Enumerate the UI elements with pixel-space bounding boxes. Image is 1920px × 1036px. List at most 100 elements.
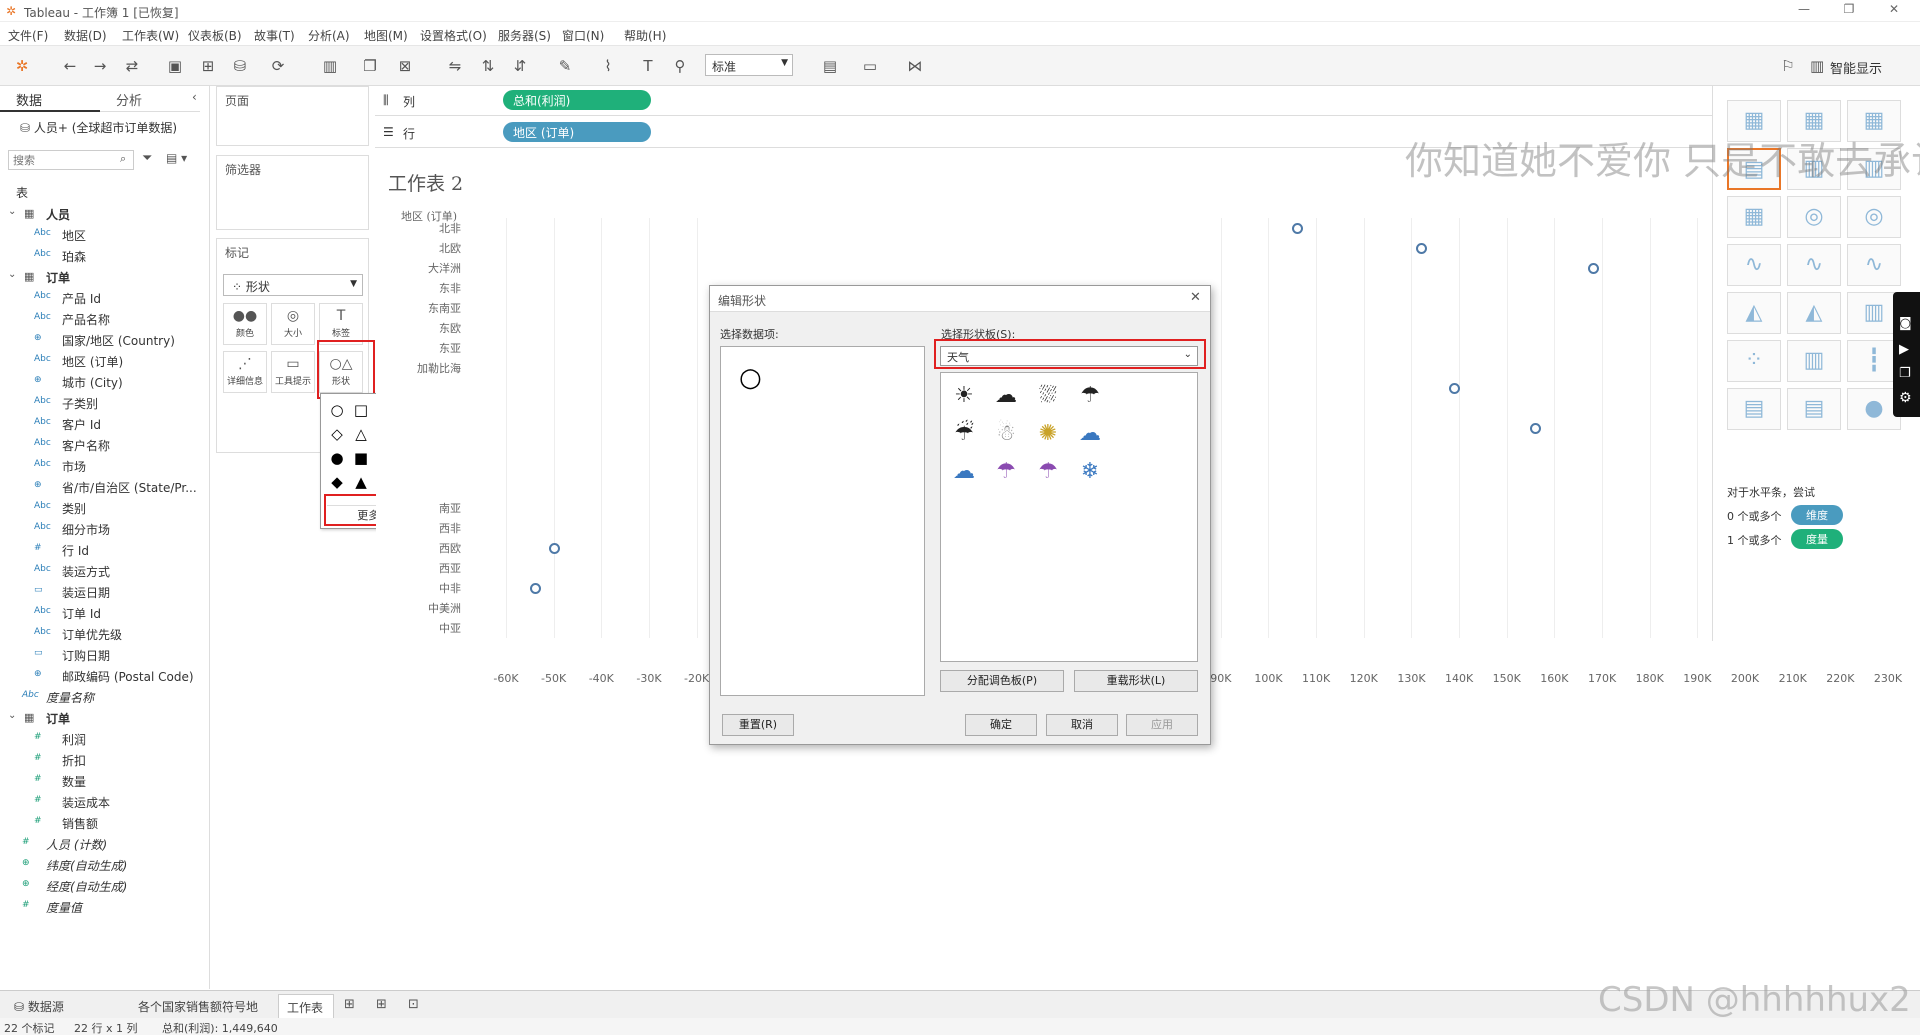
field-item[interactable]: ▭ 装运日期: [0, 582, 205, 603]
restore-icon[interactable]: ❐: [1835, 2, 1863, 20]
filters-card[interactable]: 筛选器: [216, 155, 369, 230]
datasource-icon[interactable]: ⛁: [230, 56, 250, 76]
close-icon[interactable]: ✕: [1880, 2, 1908, 20]
data-point[interactable]: [1530, 423, 1542, 434]
filter-icon[interactable]: ⏷: [142, 151, 152, 166]
menu-item[interactable]: 数据(D): [64, 27, 107, 44]
clear-sheet-icon[interactable]: ⊠: [395, 56, 415, 76]
reload-shapes-button[interactable]: 重载形状(L): [1074, 670, 1198, 692]
presentation-icon[interactable]: ▭: [860, 56, 880, 76]
field-item[interactable]: Abc 珀森: [0, 246, 205, 267]
camera-icon[interactable]: ◙: [1899, 316, 1912, 331]
columns-shelf[interactable]: ⫼ 列 总和(利润): [375, 86, 1920, 116]
field-item[interactable]: # 销售额: [0, 813, 205, 834]
weather-shape-icon[interactable]: ☁: [991, 381, 1021, 411]
mark-color-button[interactable]: ●● 颜色: [223, 303, 267, 345]
redo-icon[interactable]: →: [90, 56, 110, 76]
field-item[interactable]: Abc 细分市场: [0, 519, 205, 540]
mark-label-button[interactable]: T 标签: [319, 303, 363, 345]
chart-thumbnail[interactable]: ▥: [1787, 340, 1841, 382]
show-me-button[interactable]: 智能显示: [1830, 58, 1882, 77]
field-item[interactable]: Abc 子类别: [0, 393, 205, 414]
collapse-pane-icon[interactable]: ‹: [192, 90, 197, 104]
weather-shape-icon[interactable]: ☃: [991, 419, 1021, 449]
gear-icon[interactable]: ⚙: [1899, 390, 1912, 406]
field-item[interactable]: Abc 订单 Id: [0, 603, 205, 624]
field-item[interactable]: # 装运成本: [0, 792, 205, 813]
shape-option[interactable]: ●: [325, 446, 349, 470]
field-item[interactable]: Abc 地区: [0, 225, 205, 246]
mark-size-button[interactable]: ◎ 大小: [271, 303, 315, 345]
menu-item[interactable]: 帮助(H): [624, 27, 666, 44]
field-item[interactable]: # 折扣: [0, 750, 205, 771]
tab-sheet2[interactable]: 工作表 2: [278, 994, 334, 1030]
pages-card[interactable]: 页面: [216, 86, 369, 146]
expand-caret-icon[interactable]: ⌄: [8, 710, 16, 721]
field-item[interactable]: # 度量值: [0, 897, 205, 918]
window-icon[interactable]: ❐: [1899, 366, 1911, 381]
data-point[interactable]: [529, 583, 541, 594]
shape-option[interactable]: △: [349, 422, 373, 446]
menu-item[interactable]: 故事(T): [254, 27, 295, 44]
share-icon[interactable]: ⋈: [905, 56, 925, 76]
assign-palette-button[interactable]: 分配调色板(P): [940, 670, 1064, 692]
save-icon[interactable]: ▣: [165, 56, 185, 76]
shape-option[interactable]: ○: [325, 398, 349, 422]
comment-icon[interactable]: ⚐: [1778, 56, 1798, 76]
new-datasource-icon[interactable]: ⊞: [198, 56, 218, 76]
chart-thumbnail[interactable]: ◎: [1787, 196, 1841, 238]
label-icon[interactable]: T: [638, 56, 658, 76]
field-item[interactable]: Abc 市场: [0, 456, 205, 477]
undo-icon[interactable]: ←: [60, 56, 80, 76]
weather-shape-icon[interactable]: ☁: [1075, 419, 1105, 449]
new-sheet-icon[interactable]: ▥: [320, 56, 340, 76]
video-icon[interactable]: ▶: [1899, 342, 1909, 357]
field-item[interactable]: ⊕ 经度(自动生成): [0, 876, 205, 897]
new-story-icon[interactable]: ⊡: [408, 997, 419, 1012]
datasource-item[interactable]: ⛁ 人员+ (全球超市订单数据): [20, 119, 177, 136]
field-item[interactable]: ⊕ 国家/地区 (Country): [0, 330, 205, 351]
field-item[interactable]: Abc 客户名称: [0, 435, 205, 456]
tableau-home-icon[interactable]: ✲: [12, 56, 32, 76]
swap-rows-cols-icon[interactable]: ⇋: [445, 56, 465, 76]
menu-item[interactable]: 设置格式(O): [420, 27, 487, 44]
data-item-list[interactable]: ○: [720, 346, 925, 696]
group-icon[interactable]: ⌇: [598, 56, 618, 76]
mark-type-select[interactable]: ⁘ 形状 ▼: [223, 274, 363, 296]
pin-icon[interactable]: ⚲: [670, 56, 690, 76]
shape-option[interactable]: ■: [349, 446, 373, 470]
cancel-button[interactable]: 取消: [1046, 714, 1118, 736]
field-item[interactable]: # 行 Id: [0, 540, 205, 561]
field-item[interactable]: ⊕ 省/市/自治区 (State/Pr...: [0, 477, 205, 498]
tab-symbol-map[interactable]: 各个国家销售额符号地图: [130, 994, 275, 1031]
menu-item[interactable]: 工作表(W): [122, 27, 179, 44]
table-group[interactable]: ⌄ ▦ 人员: [0, 204, 205, 225]
new-sheet-icon[interactable]: ⊞: [344, 997, 355, 1012]
chart-thumbnail[interactable]: ◭: [1727, 292, 1781, 334]
field-item[interactable]: Abc 类别: [0, 498, 205, 519]
tab-data[interactable]: 数据: [0, 86, 100, 112]
menu-item[interactable]: 仪表板(B): [188, 27, 242, 44]
menu-item[interactable]: 窗口(N): [562, 27, 604, 44]
reset-button[interactable]: 重置(R): [722, 714, 794, 736]
shape-option[interactable]: ◇: [325, 422, 349, 446]
menu-item[interactable]: 服务器(S): [498, 27, 551, 44]
weather-shape-icon[interactable]: ☂: [991, 457, 1021, 487]
field-item[interactable]: Abc 地区 (订单): [0, 351, 205, 372]
data-point[interactable]: [1415, 243, 1427, 254]
shape-option[interactable]: ▲: [349, 470, 373, 494]
ok-button[interactable]: 确定: [965, 714, 1037, 736]
new-dashboard-icon[interactable]: ⊞: [376, 997, 387, 1012]
minimize-icon[interactable]: —: [1790, 2, 1818, 20]
field-item[interactable]: Abc 客户 Id: [0, 414, 205, 435]
expand-caret-icon[interactable]: ⌄: [8, 206, 16, 217]
chart-thumbnail[interactable]: ∿: [1727, 244, 1781, 286]
weather-shape-icon[interactable]: ✺: [1033, 419, 1063, 449]
circle-shape-icon[interactable]: ○: [739, 363, 762, 393]
weather-shape-icon[interactable]: ☔: [949, 419, 979, 449]
shape-option[interactable]: ◆: [325, 470, 349, 494]
chart-thumbnail[interactable]: ▤: [1787, 388, 1841, 430]
weather-shape-icon[interactable]: ⛆: [1033, 381, 1063, 411]
field-item[interactable]: ▭ 订购日期: [0, 645, 205, 666]
field-item[interactable]: Abc 产品 Id: [0, 288, 205, 309]
